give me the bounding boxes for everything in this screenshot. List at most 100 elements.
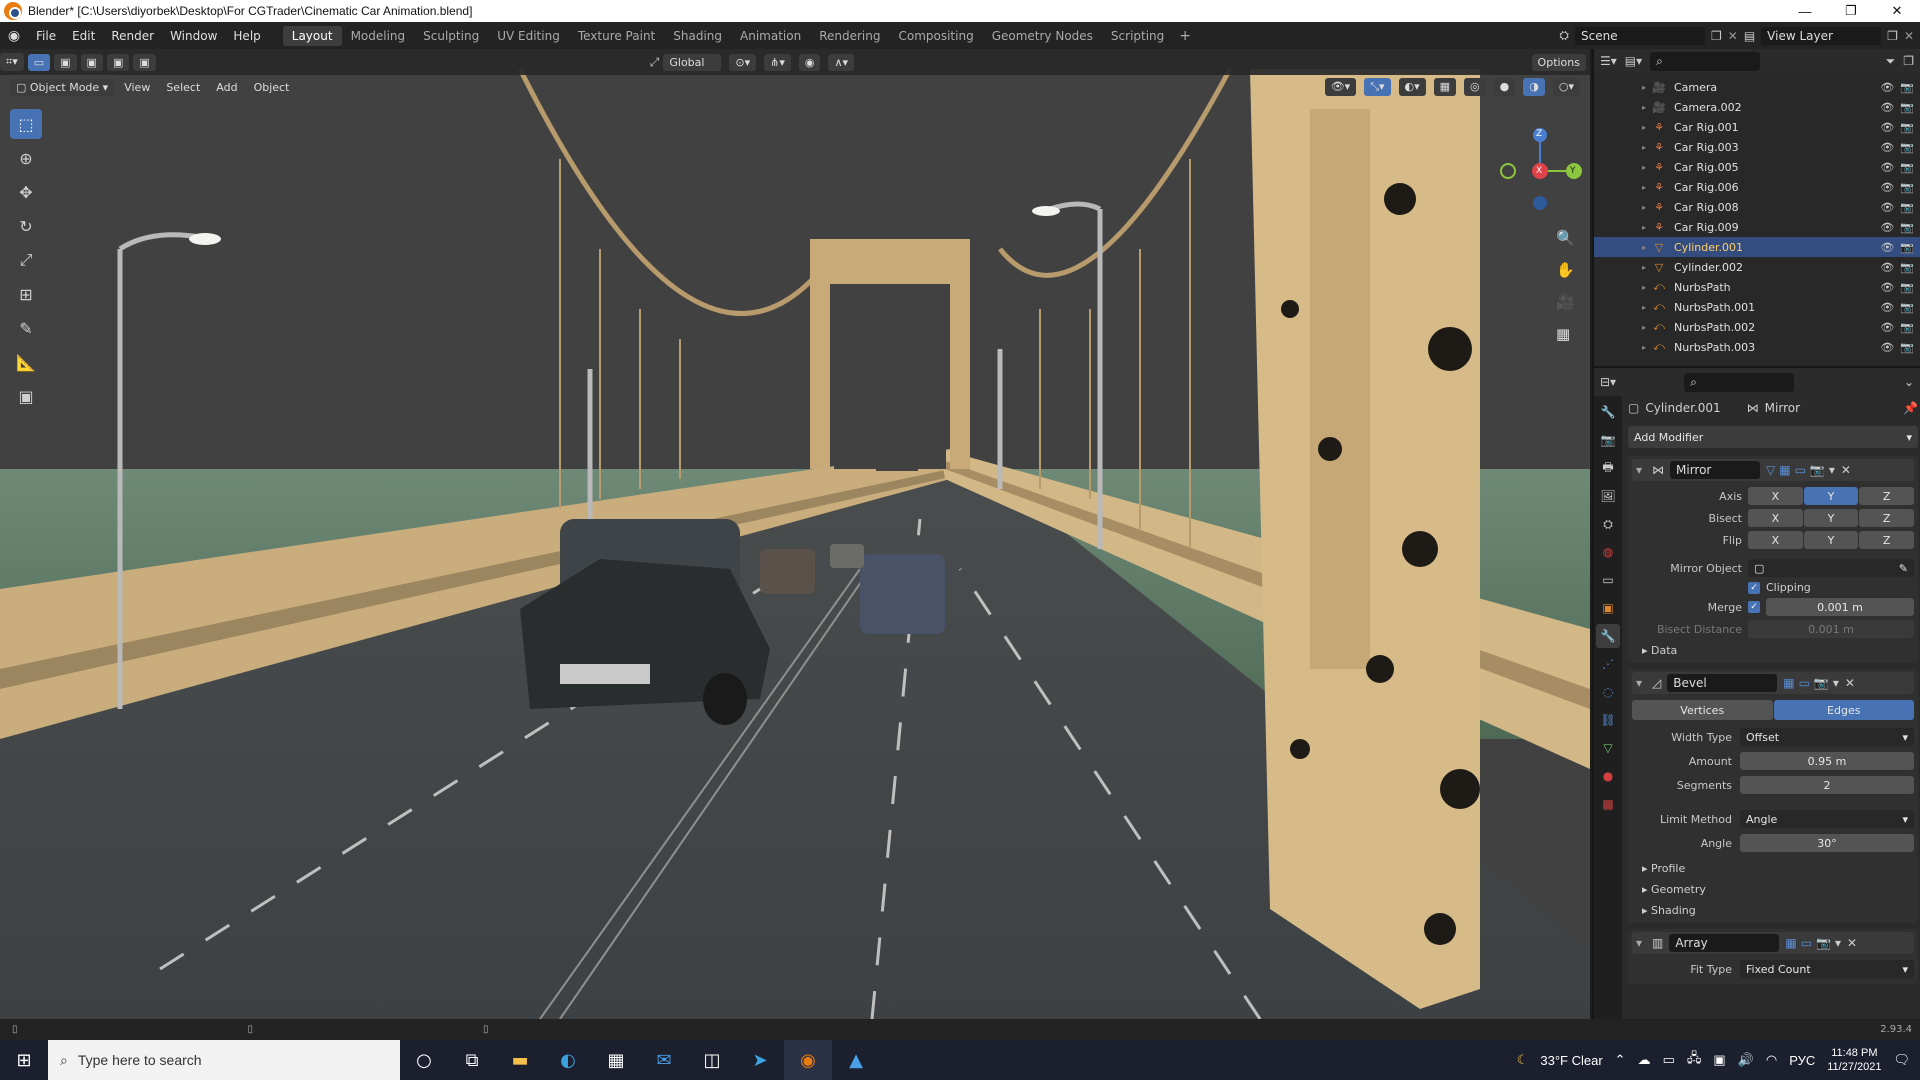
visibility-eye-icon[interactable]: 👁 bbox=[1880, 81, 1894, 94]
mail-icon[interactable]: ✉ bbox=[640, 1040, 688, 1080]
axis-x-toggle[interactable]: X bbox=[1748, 487, 1803, 505]
visibility-eye-icon[interactable]: 👁 bbox=[1880, 201, 1894, 214]
expand-chevron-icon[interactable]: ▸ bbox=[1642, 323, 1646, 332]
minimize-button[interactable]: — bbox=[1782, 0, 1828, 22]
menu-add[interactable]: Add bbox=[210, 79, 243, 96]
rotate-tool-icon[interactable]: ↻ bbox=[10, 211, 42, 241]
pan-hand-icon[interactable]: ✋ bbox=[1556, 261, 1575, 279]
array-render-icon[interactable]: 📷 bbox=[1816, 936, 1831, 950]
new-collection-icon[interactable]: ❐ bbox=[1903, 54, 1914, 68]
select-mode-extend-icon[interactable]: ▣ bbox=[80, 53, 103, 71]
expand-chevron-icon[interactable]: ▸ bbox=[1642, 103, 1646, 112]
cortana-icon[interactable]: ○ bbox=[400, 1040, 448, 1080]
menu-object[interactable]: Object bbox=[248, 79, 296, 96]
select-mode-intersect-icon[interactable]: ▣ bbox=[133, 53, 156, 71]
render-visibility-icon[interactable]: 📷 bbox=[1900, 301, 1914, 314]
options-dropdown[interactable]: Options bbox=[1531, 53, 1586, 71]
expand-chevron-icon[interactable]: ▸ bbox=[1642, 183, 1646, 192]
render-visibility-icon[interactable]: 📷 bbox=[1900, 121, 1914, 134]
shading-wireframe-icon[interactable]: ◎ bbox=[1464, 78, 1486, 96]
tab-compositing[interactable]: Compositing bbox=[889, 26, 982, 46]
photos-app-icon[interactable]: ▲ bbox=[832, 1040, 880, 1080]
bevel-editmode-icon[interactable]: ▦ bbox=[1783, 676, 1794, 690]
windows-start-icon[interactable]: ⊞ bbox=[0, 1040, 48, 1080]
texture-tab-icon[interactable]: ▩ bbox=[1596, 792, 1620, 816]
collection-tab-icon[interactable]: ▭ bbox=[1596, 568, 1620, 592]
mirror-editmode-icon[interactable]: ▦ bbox=[1779, 463, 1790, 477]
store-icon[interactable]: ▦ bbox=[592, 1040, 640, 1080]
tab-sculpting[interactable]: Sculpting bbox=[414, 26, 488, 46]
menu-view[interactable]: View bbox=[118, 79, 156, 96]
expand-chevron-icon[interactable]: ▸ bbox=[1642, 203, 1646, 212]
outliner-item[interactable]: ▸ ⚘ Car Rig.008 👁 📷 bbox=[1594, 197, 1920, 217]
axis-y-toggle[interactable]: Y bbox=[1803, 487, 1859, 505]
close-button[interactable]: ✕ bbox=[1874, 0, 1920, 22]
material-tab-icon[interactable]: ● bbox=[1596, 764, 1620, 788]
outliner-editor-type-icon[interactable]: ☰▾ bbox=[1600, 54, 1617, 68]
mirror-object-field[interactable]: ▢ ✎ bbox=[1748, 559, 1914, 577]
segments-field[interactable]: 2 bbox=[1740, 776, 1914, 794]
outliner-item[interactable]: ▸ ⤺ NurbsPath.002 👁 📷 bbox=[1594, 317, 1920, 337]
onedrive-icon[interactable]: ☁ bbox=[1638, 1052, 1651, 1068]
visibility-eye-icon[interactable]: 👁 bbox=[1880, 121, 1894, 134]
tab-modeling[interactable]: Modeling bbox=[342, 26, 415, 46]
falloff-icon[interactable]: ∧▾ bbox=[828, 53, 855, 71]
outliner-item[interactable]: ▸ 🎥 Camera.002 👁 📷 bbox=[1594, 97, 1920, 117]
bevel-modifier-header[interactable]: ▾ ◿ Bevel ▦ ▭ 📷 ▾ ✕ bbox=[1632, 672, 1914, 694]
expand-chevron-icon[interactable]: ▸ bbox=[1642, 163, 1646, 172]
bisect-x-toggle[interactable]: X bbox=[1748, 509, 1803, 527]
array-editmode-icon[interactable]: ▦ bbox=[1785, 936, 1796, 950]
render-visibility-icon[interactable]: 📷 bbox=[1900, 281, 1914, 294]
bevel-render-icon[interactable]: 📷 bbox=[1814, 676, 1829, 690]
language-indicator[interactable]: РУС bbox=[1789, 1053, 1815, 1068]
visibility-icon[interactable]: 👁▾ bbox=[1324, 78, 1357, 96]
annotate-tool-icon[interactable]: ✎ bbox=[10, 313, 42, 343]
merge-distance-field[interactable]: 0.001 m bbox=[1766, 598, 1914, 616]
remove-scene-icon[interactable]: ✕ bbox=[1728, 29, 1738, 43]
transform-orientation-dropdown[interactable]: Global bbox=[663, 53, 722, 71]
transform-tool-icon[interactable]: ⊞ bbox=[10, 279, 42, 309]
mirror-name-field[interactable]: Mirror bbox=[1670, 461, 1760, 479]
visibility-eye-icon[interactable]: 👁 bbox=[1880, 161, 1894, 174]
mirror-modifier-header[interactable]: ▾ ⋈ Mirror ▽ ▦ ▭ 📷 ▾ ✕ bbox=[1632, 459, 1914, 481]
visibility-eye-icon[interactable]: 👁 bbox=[1880, 281, 1894, 294]
tab-uv-editing[interactable]: UV Editing bbox=[488, 26, 569, 46]
outliner-filter-icon[interactable]: ⏷ bbox=[1886, 54, 1896, 69]
visibility-eye-icon[interactable]: 👁 bbox=[1880, 321, 1894, 334]
outliner-item[interactable]: ▸ ⤺ NurbsPath.003 👁 📷 bbox=[1594, 337, 1920, 357]
bevel-vertices-toggle[interactable]: Vertices bbox=[1632, 700, 1773, 720]
shading-subpanel[interactable]: ▸ Shading bbox=[1632, 904, 1914, 917]
maximize-button[interactable]: ❐ bbox=[1828, 0, 1874, 22]
taskbar-search-box[interactable]: ⌕ Type here to search bbox=[48, 1040, 400, 1080]
flip-z-toggle[interactable]: Z bbox=[1859, 531, 1915, 549]
tab-texture-paint[interactable]: Texture Paint bbox=[569, 26, 664, 46]
proportional-edit-icon[interactable]: ◉ bbox=[798, 53, 821, 71]
angle-field[interactable]: 30° bbox=[1740, 834, 1914, 852]
flip-y-toggle[interactable]: Y bbox=[1803, 531, 1859, 549]
select-box-icon[interactable]: ▭ bbox=[27, 53, 51, 71]
expand-chevron-icon[interactable]: ▸ bbox=[1642, 143, 1646, 152]
render-visibility-icon[interactable]: 📷 bbox=[1900, 221, 1914, 234]
meet-now-icon[interactable]: ▭ bbox=[1663, 1052, 1675, 1068]
array-dropdown-icon[interactable]: ▾ bbox=[1835, 936, 1841, 950]
mirror-viewport-icon[interactable]: ▭ bbox=[1795, 463, 1806, 477]
bisect-distance-field[interactable]: 0.001 m bbox=[1748, 620, 1914, 638]
blender-taskbar-icon[interactable]: ◉ bbox=[784, 1040, 832, 1080]
shading-material-icon[interactable]: ◑ bbox=[1523, 78, 1545, 96]
move-tool-icon[interactable]: ✥ bbox=[10, 177, 42, 207]
edge-icon[interactable]: ◐ bbox=[544, 1040, 592, 1080]
task-view-icon[interactable]: ⧉ bbox=[448, 1040, 496, 1080]
tab-shading[interactable]: Shading bbox=[664, 26, 731, 46]
snap-icon[interactable]: ⋔▾ bbox=[764, 53, 791, 71]
outliner-item[interactable]: ▸ 🎥 Camera 👁 📷 bbox=[1594, 77, 1920, 97]
photos-icon[interactable]: ◫ bbox=[688, 1040, 736, 1080]
array-remove-icon[interactable]: ✕ bbox=[1847, 936, 1857, 950]
expand-chevron-icon[interactable]: ▸ bbox=[1642, 343, 1646, 352]
overlays-icon[interactable]: ◐▾ bbox=[1398, 78, 1426, 96]
volume-icon[interactable]: 🔊 bbox=[1738, 1052, 1754, 1068]
wifi-icon[interactable]: ◠ bbox=[1766, 1052, 1777, 1068]
bisect-y-toggle[interactable]: Y bbox=[1803, 509, 1859, 527]
select-mode-new-icon[interactable]: ▣ bbox=[54, 53, 77, 71]
array-name-field[interactable]: Array bbox=[1669, 934, 1780, 952]
view-layer-tab-icon[interactable]: 🖼 bbox=[1596, 484, 1620, 508]
